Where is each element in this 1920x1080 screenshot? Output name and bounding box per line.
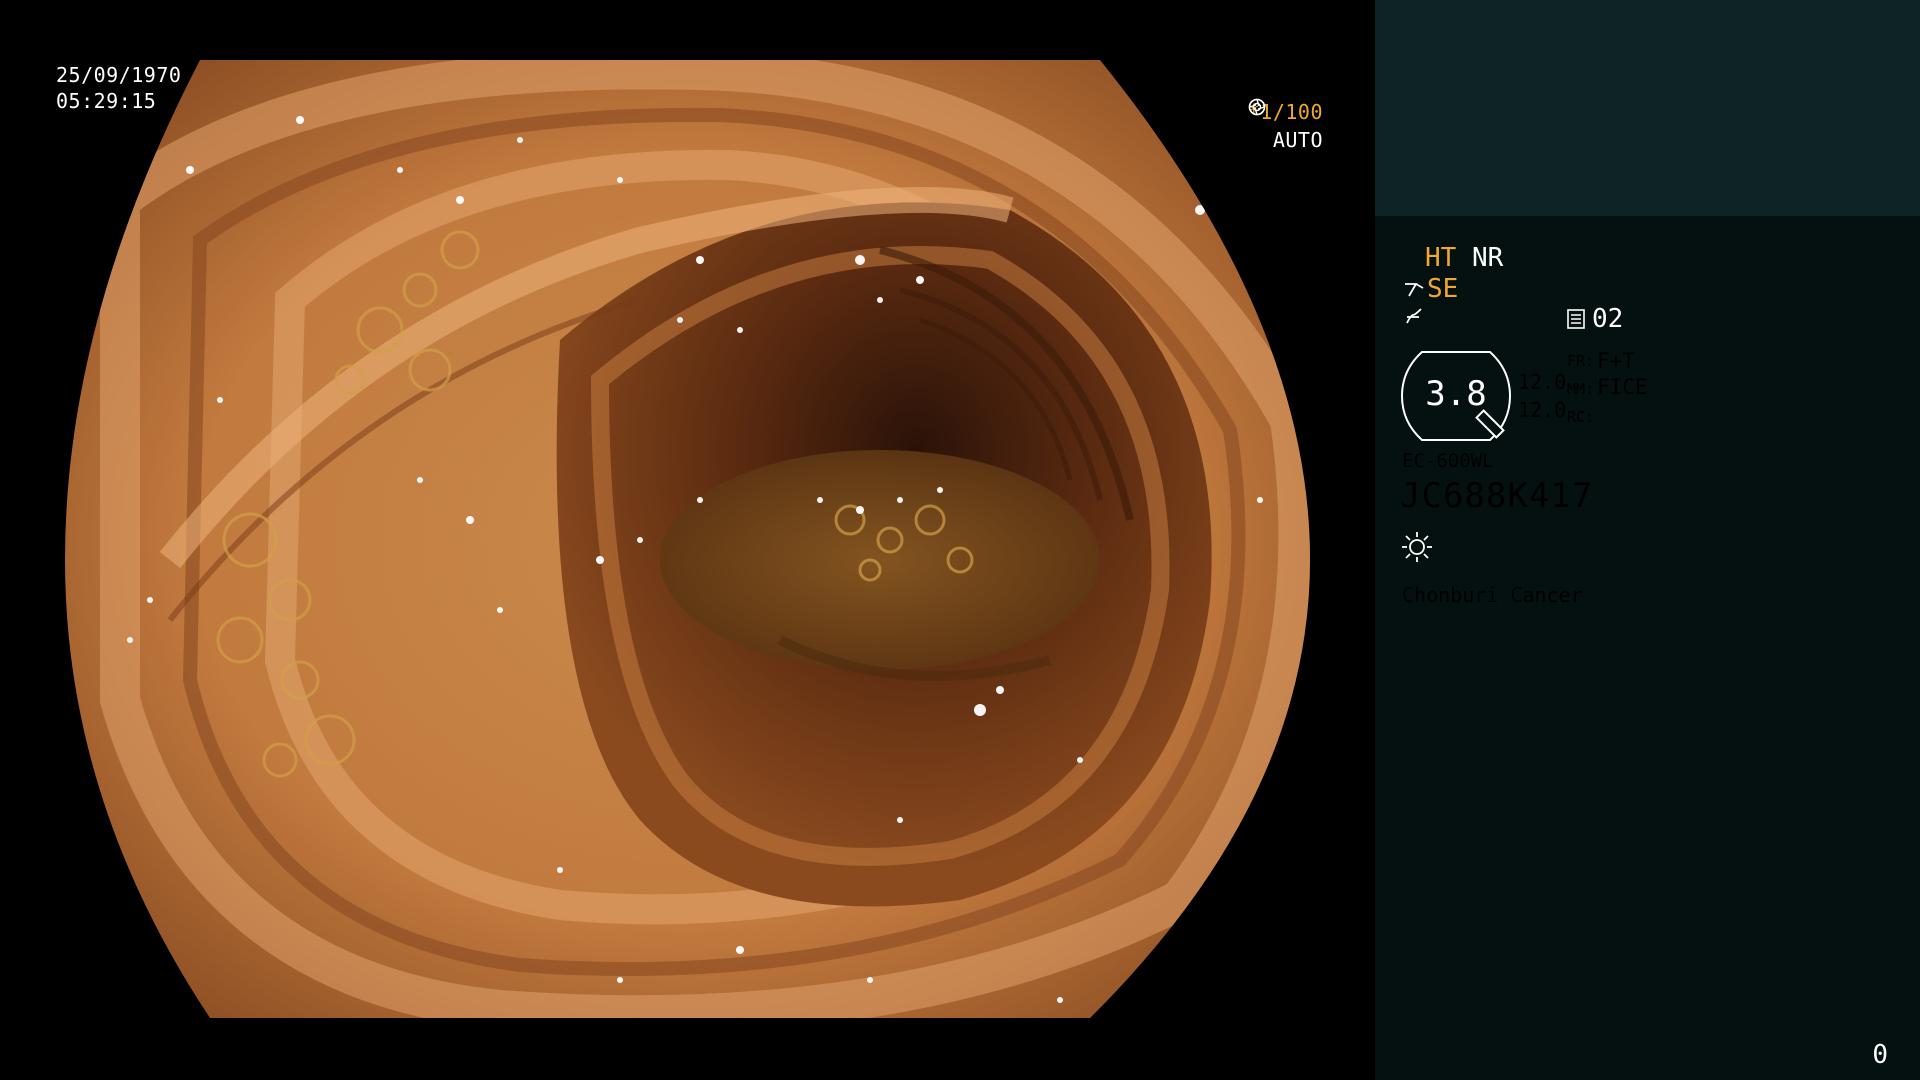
rc-label: RC: (1567, 408, 1595, 426)
hospital-name-text: Chonburi Cancer (1402, 583, 1583, 607)
fr-label: FR: (1567, 352, 1595, 370)
zoom-value-text: 3.8 (1425, 374, 1487, 414)
endoscopic-image-area: 25/09/1970 05:29:15 *1/100 AUTO (0, 0, 1375, 1080)
time-text: 05:29:15 (56, 89, 157, 113)
info-panel (1375, 216, 1920, 1080)
value-column: 12.0 12.0 (1518, 368, 1566, 424)
label-column: FR: MM: RC: (1567, 347, 1594, 431)
shutter-overlay: *1/100 AUTO (1248, 98, 1323, 154)
nr-label: NR (1471, 243, 1504, 273)
mode-column: F+T FICE (1597, 348, 1648, 400)
record-count-row: 02 (1566, 304, 1623, 334)
fr-mode: F+T (1597, 349, 1635, 373)
endoscopy-monitor: 25/09/1970 05:29:15 *1/100 AUTO HT NR SE… (0, 0, 1920, 1080)
record-icon (1567, 309, 1585, 329)
enhancement-row: HT NR (1425, 243, 1503, 273)
datetime-overlay: 25/09/1970 05:29:15 (56, 62, 181, 114)
mm-mode: FICE (1597, 375, 1648, 399)
value-1: 12.0 (1518, 370, 1567, 394)
value-2: 12.0 (1518, 398, 1567, 422)
date-text: 25/09/1970 (56, 63, 182, 87)
se-label: SE (1427, 274, 1459, 304)
record-count-text: 02 (1592, 304, 1624, 334)
iris-icon (1248, 98, 1265, 116)
frame-counter-text: 0 (1872, 1040, 1888, 1070)
iris-mode-text: AUTO (1272, 128, 1323, 152)
light-source-icon (1402, 532, 1432, 562)
scope-serial-text: JC688K417 (1400, 476, 1594, 516)
scope-model-text: EC-600WL (1402, 450, 1494, 472)
iris-mode-row: AUTO (1248, 98, 1323, 154)
info-panel-header (1375, 0, 1920, 216)
freeze-row (1403, 304, 1425, 334)
freeze-icon (1406, 308, 1422, 324)
structure-enhance-icon (1405, 283, 1424, 297)
endoscopic-image (65, 60, 1310, 1018)
mm-label: MM: (1567, 380, 1595, 398)
structure-enhance-row: SE (1403, 274, 1458, 304)
ht-label: HT (1425, 243, 1457, 273)
